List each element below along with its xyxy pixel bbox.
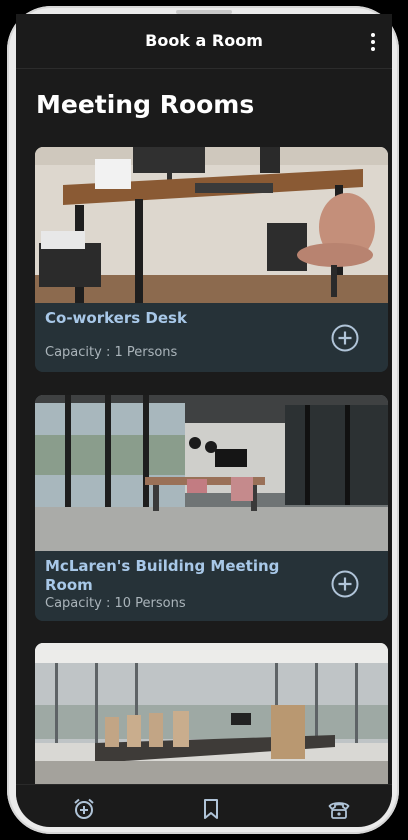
modern-meeting-room-photo bbox=[35, 395, 388, 551]
room-name: McLaren's Building Meeting Room bbox=[45, 557, 280, 594]
room-name: Co-workers Desk bbox=[45, 309, 187, 327]
desk-with-chair-photo bbox=[35, 147, 388, 303]
bookmark-icon[interactable] bbox=[199, 797, 223, 821]
alarm-add-icon[interactable] bbox=[72, 797, 96, 821]
app-title: Book a Room bbox=[145, 31, 263, 50]
room-capacity: Capacity : 1 Persons bbox=[45, 345, 178, 360]
room-capacity: Capacity : 10 Persons bbox=[45, 596, 186, 611]
add-circle-icon[interactable] bbox=[330, 323, 360, 353]
room-card-mclarens-meeting-room[interactable]: McLaren's Building Meeting Room Capacity… bbox=[35, 395, 388, 621]
room-card-info: Co-workers Desk Capacity : 1 Persons bbox=[35, 303, 388, 372]
app-bar: Book a Room bbox=[16, 14, 392, 69]
page-title: Meeting Rooms bbox=[36, 90, 255, 119]
room-card-info: McLaren's Building Meeting Room Capacity… bbox=[35, 551, 388, 621]
bottom-nav bbox=[16, 784, 392, 827]
room-card-coworkers-desk[interactable]: Co-workers Desk Capacity : 1 Persons bbox=[35, 147, 388, 372]
more-vertical-icon[interactable] bbox=[366, 30, 380, 54]
add-circle-icon[interactable] bbox=[330, 569, 360, 599]
phone-icon[interactable] bbox=[327, 797, 351, 821]
conference-room-photo bbox=[35, 643, 388, 784]
room-card-conference[interactable] bbox=[35, 643, 388, 784]
